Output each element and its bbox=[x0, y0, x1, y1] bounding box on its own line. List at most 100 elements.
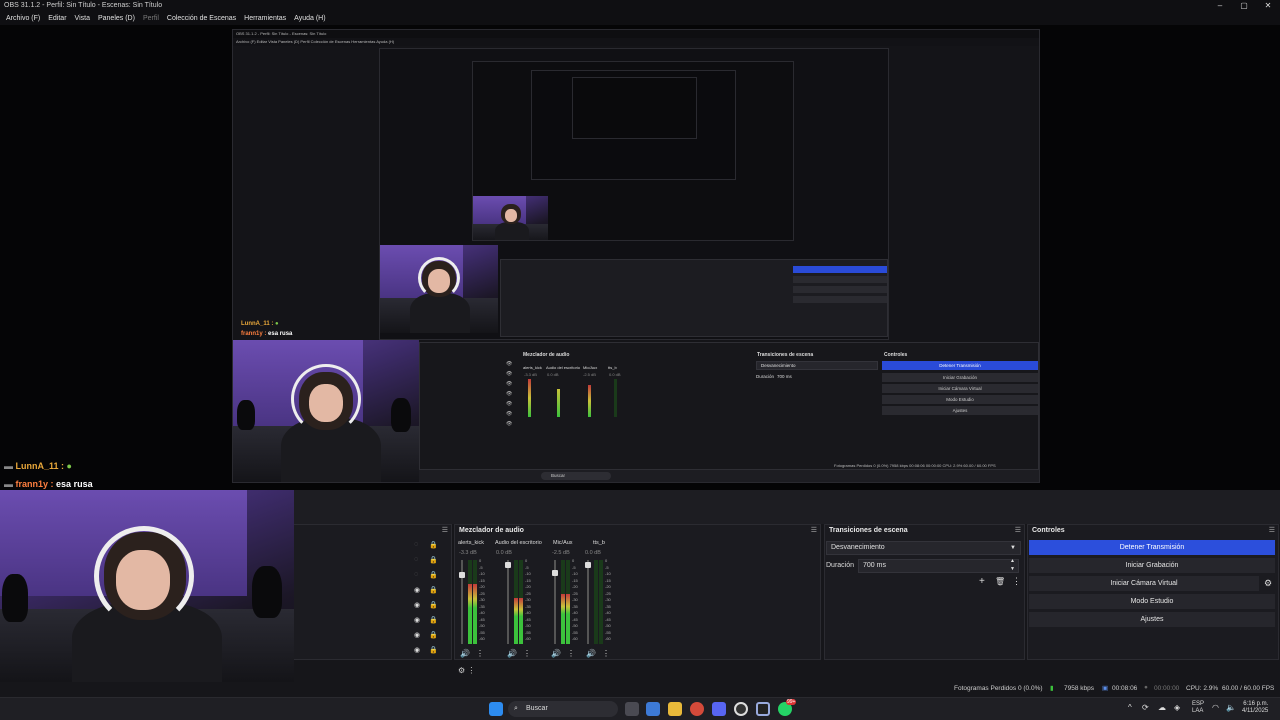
add-transition-icon[interactable]: + bbox=[979, 576, 985, 587]
fader-knob[interactable] bbox=[459, 572, 465, 578]
preview-canvas[interactable]: OBS 31.1.2 - Perfil: Sin Título - Escena… bbox=[0, 25, 1280, 490]
volume-fader[interactable] bbox=[552, 560, 558, 644]
language-indicator[interactable]: ESP LAA bbox=[1192, 701, 1204, 715]
menu-coleccion[interactable]: Colección de Escenas bbox=[163, 12, 240, 25]
nested-duration-value: 700 ms bbox=[777, 374, 792, 379]
fader-knob[interactable] bbox=[552, 570, 558, 576]
eye-hidden-icon[interactable]: ◌ bbox=[414, 541, 418, 548]
lock-icon[interactable]: 🔒 bbox=[429, 556, 438, 564]
duration-label: Duración bbox=[826, 562, 855, 569]
lock-icon[interactable]: 🔒 bbox=[429, 631, 438, 639]
speaker-icon[interactable]: 🔊 bbox=[460, 649, 470, 658]
sources-menu-icon[interactable]: ☰ bbox=[442, 526, 448, 534]
volume-icon[interactable]: 🔈 bbox=[1226, 703, 1236, 712]
capcut-icon[interactable] bbox=[756, 702, 770, 716]
app-tray-icon[interactable]: ◈ bbox=[1174, 703, 1180, 712]
channel-menu-icon[interactable]: ⋮ bbox=[567, 649, 575, 658]
windows-start-icon[interactable] bbox=[489, 702, 503, 716]
lock-icon[interactable]: 🔒 bbox=[429, 586, 438, 594]
db-scale-tick: -60 bbox=[572, 636, 578, 641]
wifi-icon[interactable]: ◠ bbox=[1212, 703, 1219, 712]
chevron-up-icon[interactable]: ^ bbox=[1128, 703, 1132, 712]
clock[interactable]: 6:16 p.m. 4/11/2025 bbox=[1242, 701, 1268, 715]
eye-icon[interactable]: ◉ bbox=[414, 586, 420, 594]
obs-icon[interactable] bbox=[734, 702, 748, 716]
menu-perfil[interactable]: Perfil bbox=[139, 12, 163, 25]
fader-knob[interactable] bbox=[505, 562, 511, 568]
duration-input[interactable]: 700 ms ▲ ▼ bbox=[858, 557, 1019, 573]
menu-editar[interactable]: Editar bbox=[44, 12, 70, 25]
stop-stream-button[interactable]: Detener Transmisión bbox=[1029, 540, 1275, 555]
file-explorer-icon[interactable] bbox=[668, 702, 682, 716]
spinner-icon[interactable]: ▲ ▼ bbox=[1010, 557, 1015, 573]
minimize-button[interactable]: – bbox=[1208, 0, 1232, 12]
source-row-4[interactable]: ◉ 🔒 bbox=[414, 585, 450, 597]
maximize-button[interactable]: ▢ bbox=[1232, 0, 1256, 12]
source-row-8[interactable]: ◉ 🔒 bbox=[414, 645, 450, 657]
task-view-icon[interactable] bbox=[625, 702, 639, 716]
settings-button[interactable]: Ajustes bbox=[1029, 612, 1275, 627]
webcam-source bbox=[0, 490, 294, 682]
fader-knob[interactable] bbox=[585, 562, 591, 568]
start-virtual-cam-button[interactable]: Iniciar Cámara Virtual bbox=[1029, 576, 1259, 591]
menu-paneles[interactable]: Paneles (D) bbox=[94, 12, 139, 25]
transitions-menu-icon[interactable]: ☰ bbox=[1015, 526, 1021, 534]
channel-menu-icon[interactable]: ⋮ bbox=[476, 649, 484, 658]
cloud-icon[interactable]: ☁ bbox=[1158, 703, 1166, 712]
nested-controls-title: Controles bbox=[884, 352, 908, 358]
lock-icon[interactable]: 🔒 bbox=[429, 601, 438, 609]
nested-ch2-name: Audio del escritorio bbox=[546, 365, 581, 370]
eye-icon[interactable]: ◉ bbox=[414, 646, 420, 654]
controls-menu-icon[interactable]: ☰ bbox=[1269, 526, 1275, 534]
channel-menu-icon[interactable]: ⋮ bbox=[523, 649, 531, 658]
level-meter bbox=[561, 560, 565, 644]
lock-icon[interactable]: 🔒 bbox=[429, 541, 438, 549]
nested-docks: Mezclador de audio Transiciones de escen… bbox=[419, 342, 1039, 470]
chrome-icon[interactable] bbox=[690, 702, 704, 716]
menu-vista[interactable]: Vista bbox=[71, 12, 94, 25]
menu-ayuda[interactable]: Ayuda (H) bbox=[290, 12, 329, 25]
audio-mixer-menu-icon[interactable]: ☰ bbox=[811, 526, 817, 534]
eye-hidden-icon[interactable]: ◌ bbox=[414, 556, 418, 563]
lock-icon[interactable]: 🔒 bbox=[429, 646, 438, 654]
volume-fader[interactable] bbox=[459, 560, 465, 644]
scene-transitions-title: Transiciones de escena bbox=[829, 527, 908, 534]
transition-select[interactable]: Desvanecimiento ▼ bbox=[826, 541, 1021, 555]
copilot-icon[interactable] bbox=[646, 702, 660, 716]
channel-db: -3.3 dB bbox=[459, 550, 477, 556]
speaker-icon[interactable]: 🔊 bbox=[586, 649, 596, 658]
volume-fader[interactable] bbox=[585, 560, 591, 644]
source-row-1[interactable]: ◌ 🔒 bbox=[414, 540, 450, 552]
source-row-7[interactable]: ◉ 🔒 bbox=[414, 630, 450, 642]
lock-icon[interactable]: 🔒 bbox=[429, 616, 438, 624]
eye-hidden-icon[interactable]: ◌ bbox=[414, 571, 418, 578]
discord-icon[interactable] bbox=[712, 702, 726, 716]
taskbar-search[interactable]: ⌕ Buscar bbox=[508, 701, 618, 717]
transition-selected: Desvanecimiento bbox=[831, 544, 885, 551]
close-button[interactable]: ✕ bbox=[1256, 0, 1280, 12]
studio-mode-button[interactable]: Modo Estudio bbox=[1029, 594, 1275, 609]
source-row-6[interactable]: ◉ 🔒 bbox=[414, 615, 450, 627]
menu-archivo[interactable]: Archivo (F) bbox=[2, 12, 44, 25]
eye-icon[interactable]: ◉ bbox=[414, 616, 420, 624]
chat-overlay: ▬ LunnA_11 : ● ▬ frann1y : esa rusa bbox=[4, 457, 93, 493]
sync-icon[interactable]: ⟳ bbox=[1142, 703, 1149, 712]
lock-icon[interactable]: 🔒 bbox=[429, 571, 438, 579]
virtual-cam-gear-icon[interactable]: ⚙ bbox=[1264, 578, 1272, 589]
volume-fader[interactable] bbox=[505, 560, 511, 644]
speaker-icon[interactable]: 🔊 bbox=[551, 649, 561, 658]
source-row-3[interactable]: ◌ 🔒 bbox=[414, 570, 450, 582]
channel-menu-icon[interactable]: ⋮ bbox=[602, 649, 610, 658]
eye-icon[interactable]: ◉ bbox=[414, 601, 420, 609]
start-recording-button[interactable]: Iniciar Grabación bbox=[1029, 558, 1275, 573]
trash-icon[interactable]: 🗑 bbox=[995, 577, 1005, 586]
eye-icon[interactable]: ◉ bbox=[414, 631, 420, 639]
transition-menu-icon[interactable]: ⋮ bbox=[1012, 576, 1021, 587]
source-row-2[interactable]: ◌ 🔒 bbox=[414, 555, 450, 567]
source-row-5[interactable]: ◉ 🔒 bbox=[414, 600, 450, 612]
menu-herramientas[interactable]: Herramientas bbox=[240, 12, 290, 25]
chat-message-2: esa rusa bbox=[56, 479, 93, 489]
mixer-settings-icon[interactable]: ⚙ ⋮ bbox=[458, 666, 475, 675]
record-time: 00:00:00 bbox=[1154, 685, 1180, 692]
speaker-icon[interactable]: 🔊 bbox=[507, 649, 517, 658]
